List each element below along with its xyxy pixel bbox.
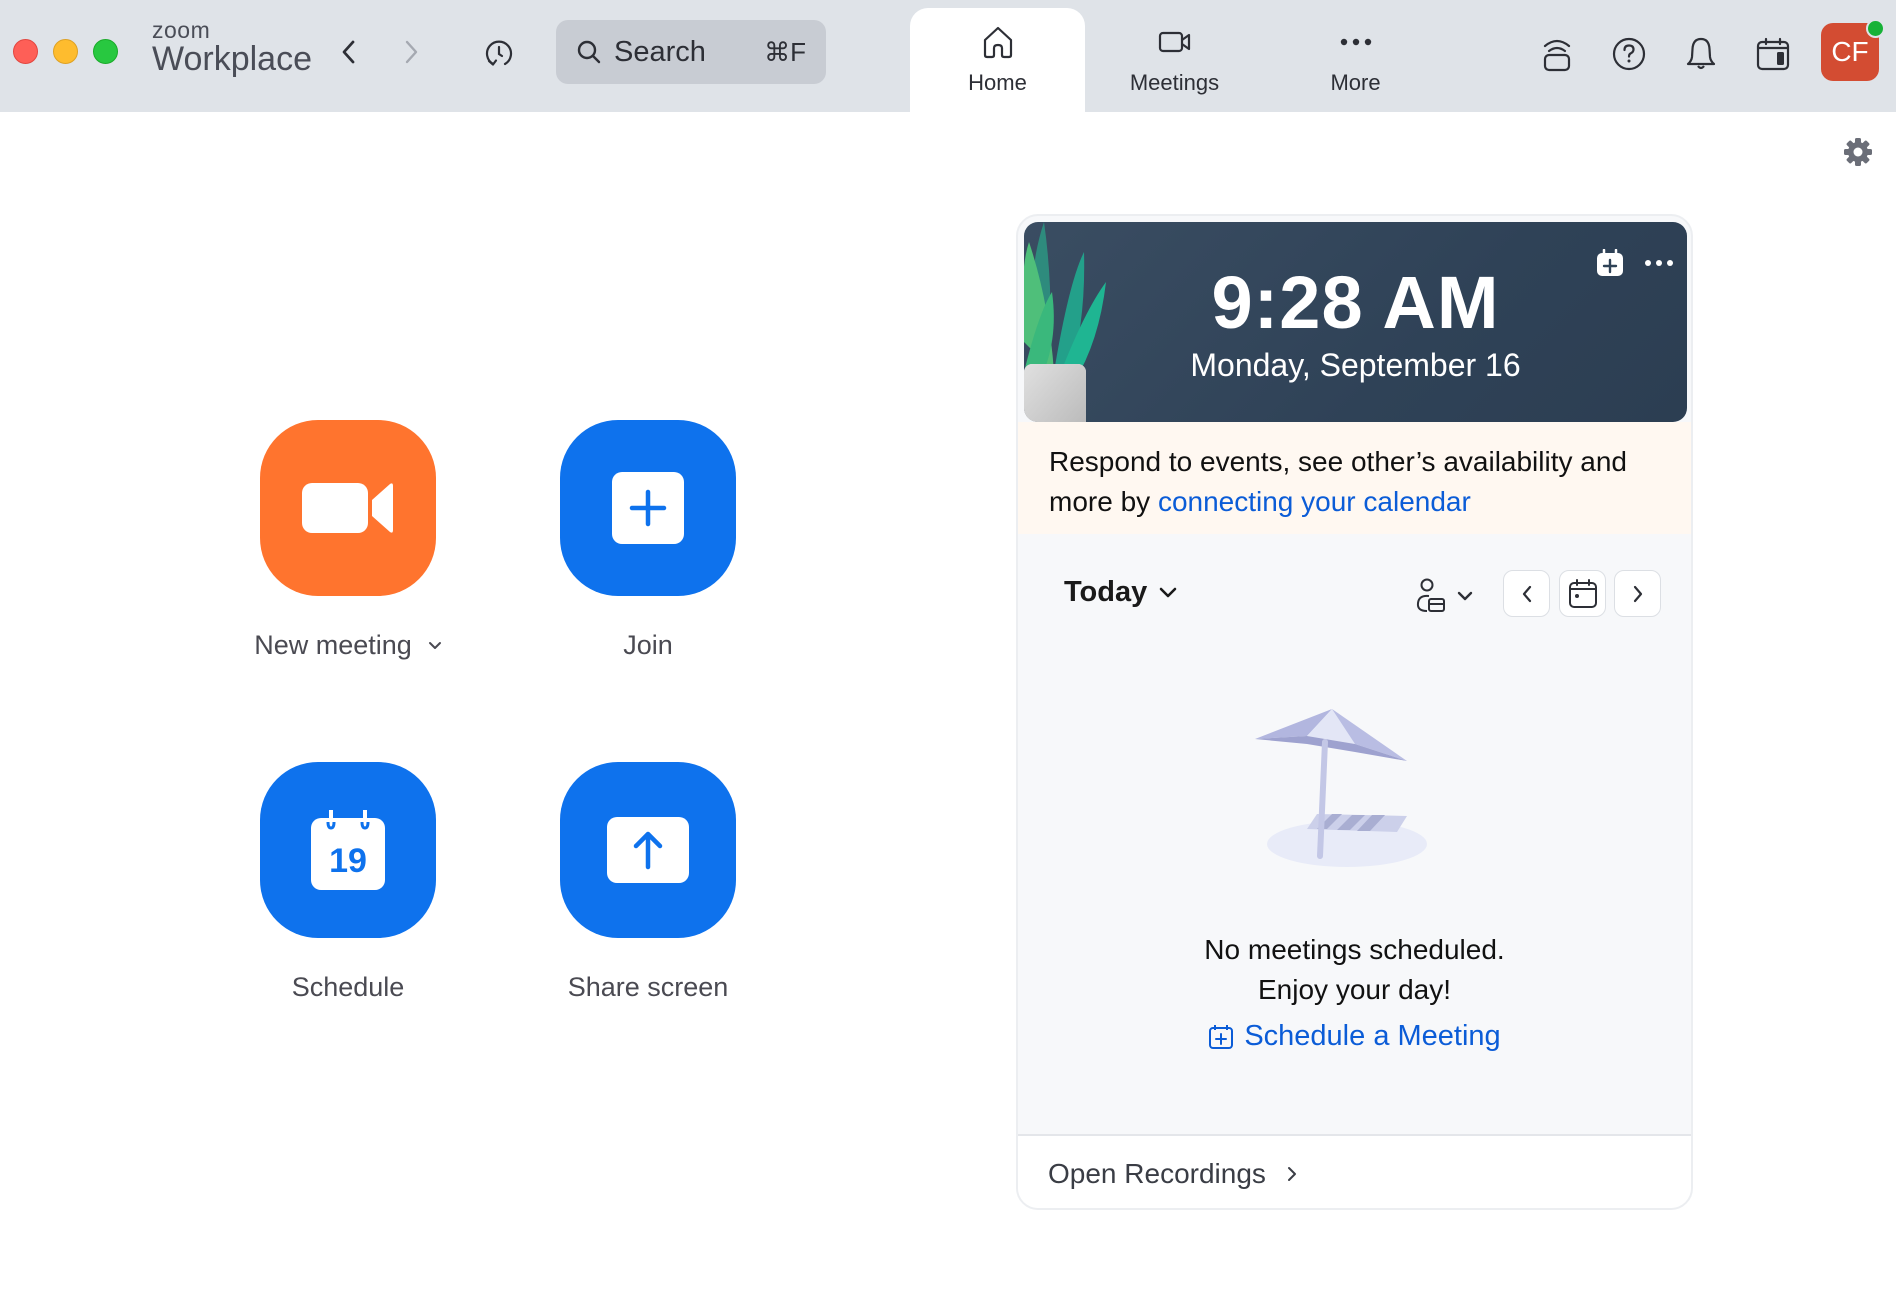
brand-big: Workplace: [152, 40, 312, 78]
share-up-arrow-icon: [607, 817, 689, 883]
join-button[interactable]: [560, 420, 736, 596]
calendar-toolbar: Today: [1018, 568, 1691, 624]
calendar-icon: [1568, 578, 1597, 608]
schedule-meeting-text: Schedule a Meeting: [1244, 1020, 1501, 1052]
beach-umbrella-illustration: [1255, 709, 1427, 867]
calendar-icon: [1756, 37, 1790, 71]
tab-home[interactable]: Home: [910, 8, 1085, 112]
home-icon: [983, 26, 1012, 59]
clock-more-button[interactable]: [1642, 249, 1676, 277]
chevron-left-icon: [342, 40, 355, 64]
tab-meetings[interactable]: Meetings: [1087, 8, 1262, 112]
chevron-down-icon: [1159, 587, 1177, 597]
calendar-widget: 9:28 AM Monday, September 16 Respond to …: [1016, 214, 1693, 1210]
connect-calendar-banner: Respond to events, see other’s availabil…: [1018, 422, 1691, 534]
empty-state-title: No meetings scheduled.: [1204, 934, 1505, 965]
bell-icon: [1686, 37, 1716, 70]
help-icon: [1612, 37, 1646, 71]
forward-button[interactable]: [394, 34, 428, 70]
calendar-plus-icon: [1597, 248, 1623, 276]
new-meeting-button[interactable]: [260, 420, 436, 596]
schedule-label[interactable]: Schedule: [198, 972, 498, 1003]
status-badge: [1866, 19, 1885, 38]
history-icon: [485, 40, 513, 66]
share-screen-button[interactable]: [560, 762, 736, 938]
chevron-right-icon: [1633, 585, 1642, 602]
brand-small: zoom: [152, 17, 211, 43]
notifications-button[interactable]: [1679, 32, 1723, 76]
gear-icon: [1844, 138, 1872, 166]
calendar-plus-icon: [1209, 1024, 1234, 1049]
share-screen-label[interactable]: Share screen: [498, 972, 798, 1003]
empty-state-subtitle: Enjoy your day!: [1258, 974, 1451, 1005]
new-meeting-label[interactable]: New meeting: [198, 630, 498, 661]
next-day-button[interactable]: [1614, 570, 1661, 617]
calendar-button[interactable]: [1751, 32, 1795, 76]
title-bar: zoom Workplace Search ⌘F Home Meetings M…: [0, 0, 1896, 112]
video-camera-icon: [1158, 31, 1190, 53]
schedule-icon-day: 19: [329, 842, 367, 880]
more-horizontal-icon: [1340, 38, 1371, 46]
connect-calendar-link[interactable]: connecting your calendar: [1158, 486, 1471, 517]
view-dropdown[interactable]: Today: [1064, 576, 1177, 609]
help-button[interactable]: [1607, 32, 1651, 76]
search-shortcut: ⌘F: [764, 36, 806, 67]
schedule-button[interactable]: 19: [260, 762, 436, 938]
join-label[interactable]: Join: [498, 630, 798, 661]
tab-more-label: More: [1330, 70, 1381, 95]
plus-icon: [612, 472, 684, 544]
back-button[interactable]: [332, 34, 366, 70]
clock-time: 9:28 AM: [1211, 261, 1500, 344]
calendar-icon: 19: [311, 810, 385, 890]
room-button[interactable]: [1535, 32, 1579, 76]
clock-date: Monday, September 16: [1190, 347, 1521, 383]
chevron-right-icon: [1287, 1167, 1296, 1181]
view-label: Today: [1064, 576, 1148, 608]
date-picker-button[interactable]: [1559, 570, 1606, 617]
window-close-button[interactable]: [13, 39, 38, 64]
person-calendar-icon: [1416, 578, 1445, 612]
add-calendar-event-button[interactable]: [1596, 248, 1624, 277]
window-minimize-button[interactable]: [53, 39, 78, 64]
search-label: Search: [614, 35, 706, 68]
window-zoom-button[interactable]: [93, 39, 118, 64]
room-signal-icon: [1543, 39, 1571, 72]
history-button[interactable]: [480, 34, 518, 72]
settings-button[interactable]: [1843, 137, 1873, 167]
more-horizontal-icon: [1645, 260, 1673, 266]
previous-day-button[interactable]: [1503, 570, 1550, 617]
new-meeting-text: New meeting: [254, 630, 412, 660]
tab-more[interactable]: More: [1268, 8, 1443, 112]
chevron-down-icon: [428, 641, 441, 649]
app-logo: zoom Workplace: [152, 18, 312, 78]
video-camera-icon: [302, 483, 393, 533]
clock-header: 9:28 AM Monday, September 16: [1024, 222, 1687, 422]
calendar-filter-dropdown[interactable]: [1415, 574, 1485, 618]
search-icon: [577, 40, 601, 64]
recordings-footer: Open Recordings: [1018, 1134, 1691, 1208]
schedule-meeting-link[interactable]: Schedule a Meeting: [1018, 1020, 1691, 1053]
tab-meetings-label: Meetings: [1129, 70, 1220, 95]
open-recordings-text: Open Recordings: [1048, 1158, 1266, 1189]
search-box[interactable]: Search ⌘F: [556, 20, 826, 84]
tab-home-label: Home: [968, 70, 1027, 95]
chevron-left-icon: [1522, 585, 1531, 602]
chevron-right-icon: [405, 40, 418, 64]
open-recordings-link[interactable]: Open Recordings: [1048, 1158, 1298, 1190]
chevron-down-icon: [1457, 591, 1473, 601]
